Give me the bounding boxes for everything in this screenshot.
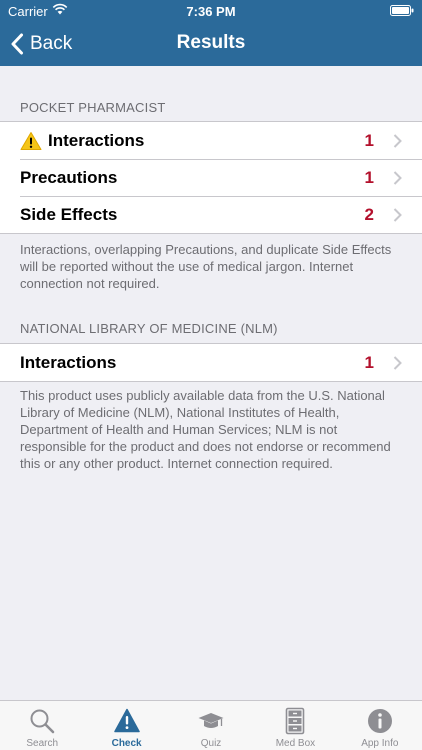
section-header-pocket-pharmacist: POCKET PHARMACIST xyxy=(20,100,166,115)
chevron-right-icon xyxy=(393,170,402,185)
row-count: 1 xyxy=(364,130,374,150)
navigation-bar: Back Results xyxy=(0,22,422,66)
row-label: Interactions xyxy=(48,130,145,150)
row-label: Side Effects xyxy=(20,204,118,224)
section-header-nlm: NATIONAL LIBRARY OF MEDICINE (NLM) xyxy=(20,321,278,336)
row-interactions[interactable]: Interactions 1 xyxy=(0,122,422,159)
graduation-cap-icon xyxy=(198,713,224,728)
top-bar: Carrier 7:36 PM Back Results xyxy=(0,0,422,66)
row-count: 1 xyxy=(364,167,374,187)
warning-icon xyxy=(113,708,140,733)
tab-label: Med Box xyxy=(275,738,316,749)
tab-quiz[interactable]: Quiz xyxy=(169,701,253,750)
tab-label: App Info xyxy=(361,738,399,749)
row-label: Interactions xyxy=(20,352,117,372)
tab-bar: Search Check Quiz Med Box App Info xyxy=(0,700,422,750)
tab-check[interactable]: Check xyxy=(84,701,168,750)
chevron-right-icon xyxy=(393,133,402,148)
warning-icon xyxy=(20,131,42,150)
nlm-footer: This product uses publicly available dat… xyxy=(20,388,391,471)
pocket-pharmacist-footer: Interactions, overlapping Precautions, a… xyxy=(20,242,392,291)
chevron-right-icon xyxy=(393,355,402,370)
tab-label: Check xyxy=(111,738,142,749)
tab-label: Search xyxy=(26,738,59,749)
row-precautions[interactable]: Precautions 1 xyxy=(0,159,422,196)
search-icon xyxy=(30,709,55,734)
pocket-pharmacist-list: Interactions 1 Precautions 1 Side Effect… xyxy=(0,121,422,234)
status-bar: Carrier 7:36 PM xyxy=(0,0,422,22)
tab-search[interactable]: Search xyxy=(0,701,84,750)
battery-icon xyxy=(390,5,414,16)
row-side-effects[interactable]: Side Effects 2 xyxy=(0,196,422,233)
chevron-right-icon xyxy=(393,207,402,222)
row-label: Precautions xyxy=(20,167,118,187)
status-time: 7:36 PM xyxy=(186,4,236,19)
tab-med-box[interactable]: Med Box xyxy=(253,701,337,750)
page-title: Results xyxy=(176,32,246,53)
cabinet-icon xyxy=(286,707,305,735)
tab-label: Quiz xyxy=(200,738,222,749)
info-icon xyxy=(367,709,392,733)
nlm-list: Interactions 1 xyxy=(0,343,422,382)
row-nlm-interactions[interactable]: Interactions 1 xyxy=(0,344,422,381)
tab-app-info[interactable]: App Info xyxy=(338,701,422,750)
row-count: 1 xyxy=(364,352,374,372)
row-count: 2 xyxy=(364,204,374,224)
